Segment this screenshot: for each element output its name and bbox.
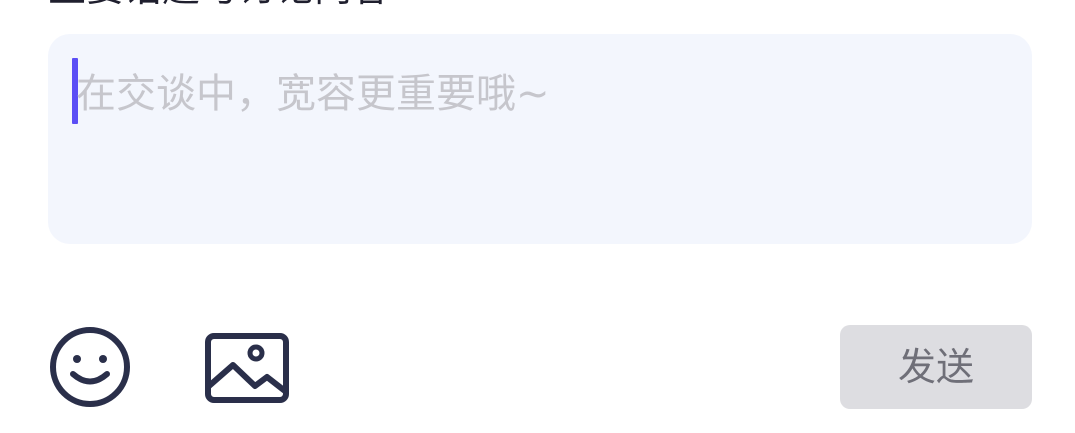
section-title: 主要话题与讨论内容 [48,0,390,10]
send-button[interactable]: 发送 [840,325,1032,409]
image-picture-icon[interactable] [203,331,291,405]
comment-input[interactable]: 在交谈中，宽容更重要哦~ [48,34,1032,244]
smiley-face-icon[interactable] [48,325,132,409]
comment-input-placeholder: 在交谈中，宽容更重要哦~ [76,71,550,117]
comment-composer: 主要话题与讨论内容 在交谈中，宽容更重要哦~ 发送 [0,0,1075,433]
